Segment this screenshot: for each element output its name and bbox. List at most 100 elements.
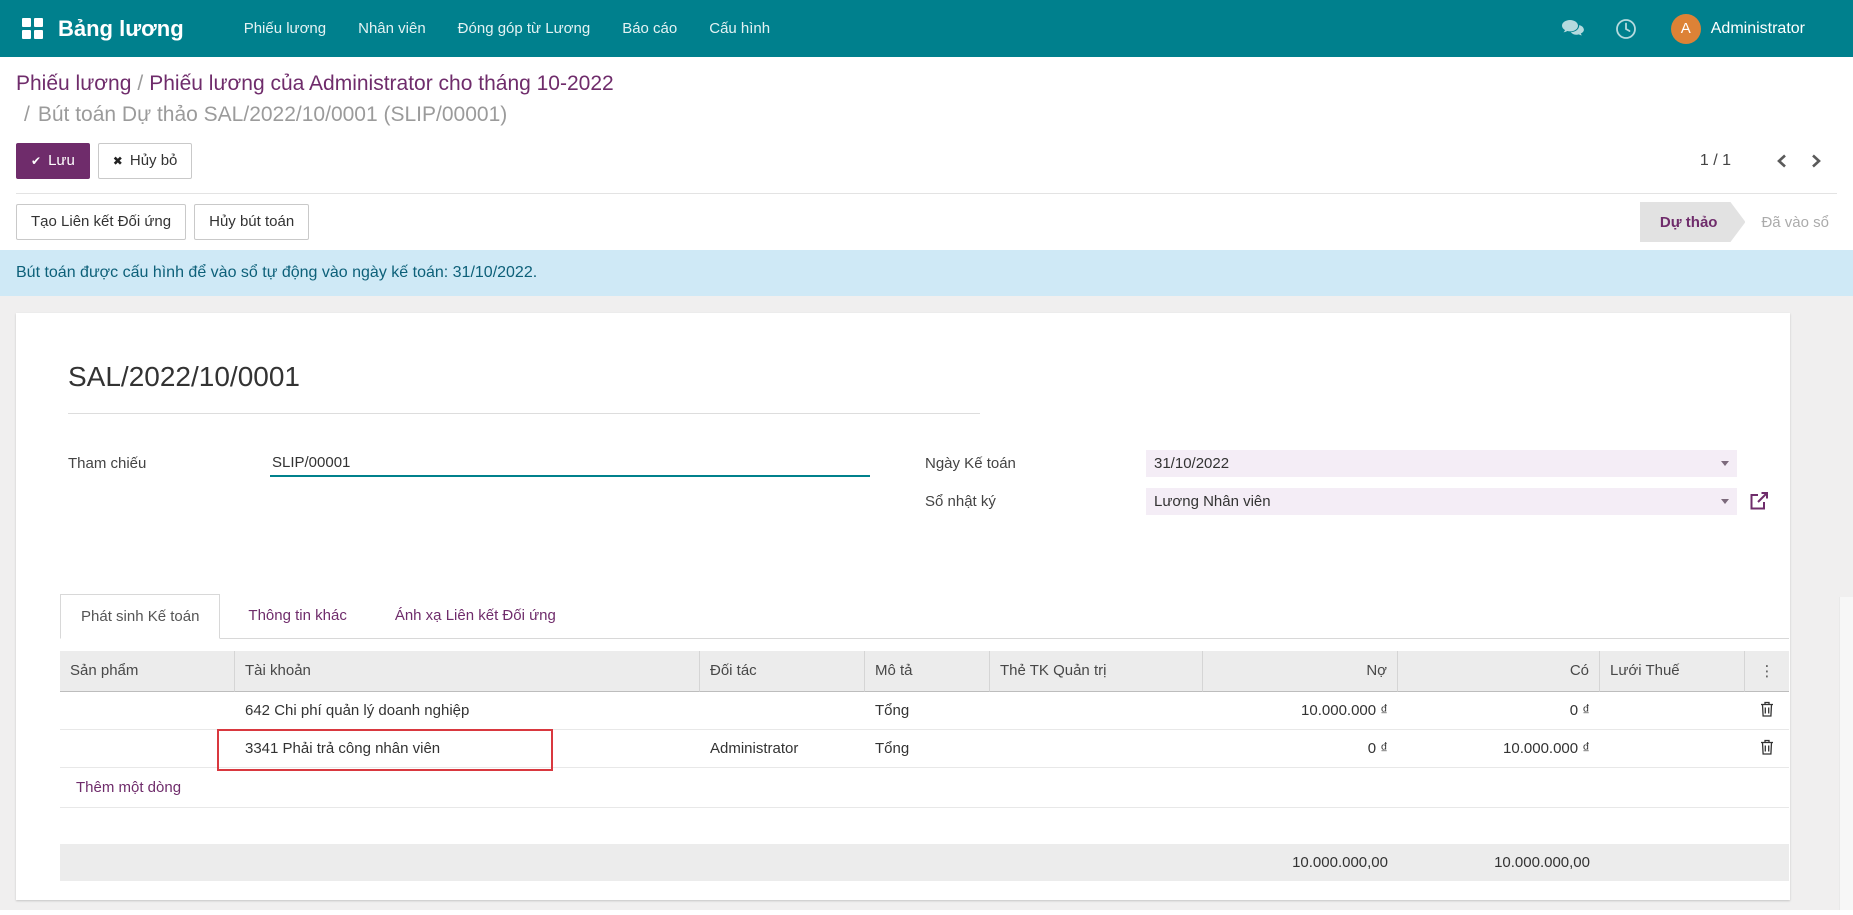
top-navbar: Bảng lương Phiếu lương Nhân viên Đóng gó…	[0, 0, 1853, 57]
accounting-date-label: Ngày Kế toán	[925, 455, 1146, 472]
pager-value: 1 / 1	[1700, 152, 1731, 170]
breadcrumb-separator: /	[131, 72, 149, 95]
cell-debit[interactable]: 10.000.000 ₫	[1203, 692, 1398, 730]
external-link-icon[interactable]	[1749, 491, 1769, 511]
cancel-entry-button[interactable]: Hủy bút toán	[194, 204, 309, 240]
notebook-tabs: Phát sinh Kế toán Thông tin khác Ánh xạ …	[60, 594, 1789, 639]
nav-item-cau-hinh[interactable]: Cấu hình	[693, 0, 786, 57]
journal-items-table: Sản phẩm Tài khoản Đối tác Mô tả Thẻ TK …	[60, 651, 1789, 881]
table-header-row: Sản phẩm Tài khoản Đối tác Mô tả Thẻ TK …	[60, 651, 1789, 692]
tab-journal-items[interactable]: Phát sinh Kế toán	[60, 594, 220, 639]
reference-label: Tham chiếu	[68, 455, 270, 472]
cell-account[interactable]: 642 Chi phí quản lý doanh nghiệp	[235, 692, 700, 730]
col-header-description[interactable]: Mô tả	[865, 651, 990, 692]
totals-row: 10.000.000,00 10.000.000,00	[60, 844, 1789, 881]
messages-icon[interactable]	[1561, 19, 1585, 39]
cell-product[interactable]	[60, 730, 235, 768]
journal-field-row: Sổ nhật ký Lương Nhân viên	[925, 486, 1789, 516]
activities-clock-icon[interactable]	[1615, 18, 1637, 40]
content-scrollbar[interactable]	[1839, 597, 1853, 910]
chevron-down-icon	[1721, 461, 1729, 466]
discard-button-label: Hủy bỏ	[130, 152, 178, 170]
col-header-tax-grid[interactable]: Lưới Thuế	[1600, 651, 1745, 692]
reference-field-row: Tham chiếu	[68, 448, 870, 478]
table-row[interactable]: 642 Chi phí quản lý doanh nghiệp Tổng 10…	[60, 692, 1789, 730]
cell-account-highlighted[interactable]: 3341 Phải trả công nhân viên	[235, 730, 700, 768]
cell-tax-grid[interactable]	[1600, 692, 1745, 730]
cell-tax-grid[interactable]	[1600, 730, 1745, 768]
accounting-date-value: 31/10/2022	[1154, 455, 1229, 472]
column-options-icon[interactable]: ⋮	[1745, 651, 1789, 692]
pager-previous-button[interactable]	[1775, 153, 1790, 169]
cell-analytic-tag[interactable]	[990, 730, 1203, 768]
entry-name-title[interactable]: SAL/2022/10/0001	[68, 359, 980, 414]
apps-menu-icon[interactable]	[22, 18, 44, 40]
journal-select[interactable]: Lương Nhân viên	[1146, 488, 1737, 515]
journal-label: Sổ nhật ký	[925, 493, 1146, 510]
close-icon: ✖	[113, 152, 123, 170]
table-row[interactable]: 3341 Phải trả công nhân viên Administrat…	[60, 730, 1789, 768]
chevron-down-icon	[1721, 499, 1729, 504]
cell-partner[interactable]	[700, 692, 865, 730]
tab-other-info[interactable]: Thông tin khác	[228, 594, 366, 638]
create-counterpart-label: Tạo Liên kết Đối ứng	[31, 213, 171, 231]
nav-item-nhan-vien[interactable]: Nhân viên	[342, 0, 442, 57]
auto-post-info-banner: Bút toán được cấu hình để vào sổ tự động…	[0, 250, 1853, 296]
breadcrumb: Phiếu lương/Phiếu lương của Administrato…	[16, 69, 1837, 99]
user-menu[interactable]: Administrator	[1711, 20, 1805, 38]
action-button-row: ✔ Lưu ✖ Hủy bỏ 1 / 1	[16, 143, 1837, 179]
cell-debit[interactable]: 0 ₫	[1203, 730, 1398, 768]
cell-partner[interactable]: Administrator	[700, 730, 865, 768]
accounting-date-select[interactable]: 31/10/2022	[1146, 450, 1737, 477]
pager-next-button[interactable]	[1808, 153, 1823, 169]
journal-value: Lương Nhân viên	[1154, 493, 1271, 510]
delete-row-button[interactable]	[1745, 692, 1789, 730]
form-fields: Tham chiếu Ngày Kế toán 31/10/2022	[68, 448, 1789, 524]
add-line-link[interactable]: Thêm một dòng	[60, 768, 1789, 807]
cell-product[interactable]	[60, 692, 235, 730]
delete-row-button[interactable]	[1745, 730, 1789, 768]
statusbar: Tạo Liên kết Đối ứng Hủy bút toán Dự thả…	[0, 194, 1853, 250]
status-step-posted[interactable]: Đã vào sổ	[1745, 202, 1845, 242]
systray: A Administrator	[1531, 14, 1853, 44]
tab-counterpart-mapping[interactable]: Ánh xạ Liên kết Đối ứng	[375, 594, 576, 638]
control-panel: Phiếu lương/Phiếu lương của Administrato…	[0, 57, 1853, 194]
total-debit: 10.000.000,00	[1203, 844, 1398, 881]
breadcrumb-separator-2: /	[24, 103, 38, 126]
breadcrumb-link-phieu-luong[interactable]: Phiếu lương	[16, 72, 131, 95]
cell-description[interactable]: Tổng	[865, 730, 990, 768]
check-icon: ✔	[31, 152, 41, 170]
nav-item-dong-gop[interactable]: Đóng góp từ Lương	[442, 0, 607, 57]
save-button-label: Lưu	[48, 152, 75, 170]
breadcrumb-current-label: Bút toán Dự thảo SAL/2022/10/0001 (SLIP/…	[38, 103, 507, 126]
cell-credit[interactable]: 10.000.000 ₫	[1398, 730, 1600, 768]
col-header-partner[interactable]: Đối tác	[700, 651, 865, 692]
total-credit: 10.000.000,00	[1398, 844, 1600, 881]
cell-credit[interactable]: 0 ₫	[1398, 692, 1600, 730]
cell-description[interactable]: Tổng	[865, 692, 990, 730]
nav-item-phieu-luong[interactable]: Phiếu lương	[228, 0, 342, 57]
col-header-credit[interactable]: Có	[1398, 651, 1600, 692]
breadcrumb-link-payslip[interactable]: Phiếu lương của Administrator cho tháng …	[149, 72, 613, 95]
accounting-date-field-row: Ngày Kế toán 31/10/2022	[925, 448, 1789, 478]
app-name[interactable]: Bảng lương	[58, 16, 184, 42]
content-area: SAL/2022/10/0001 Tham chiếu Ngày Kế toán…	[0, 296, 1853, 910]
col-header-account[interactable]: Tài khoản	[235, 651, 700, 692]
create-counterpart-button[interactable]: Tạo Liên kết Đối ứng	[16, 204, 186, 240]
payroll-journal-entry-page: Bảng lương Phiếu lương Nhân viên Đóng gó…	[0, 0, 1853, 915]
cell-analytic-tag[interactable]	[990, 692, 1203, 730]
reference-input[interactable]	[270, 450, 870, 477]
nav-item-bao-cao[interactable]: Báo cáo	[606, 0, 693, 57]
col-header-analytic-tag[interactable]: Thẻ TK Quản trị	[990, 651, 1203, 692]
status-step-draft[interactable]: Dự thảo	[1640, 202, 1746, 242]
col-header-debit[interactable]: Nợ	[1203, 651, 1398, 692]
pager: 1 / 1	[1700, 152, 1823, 170]
status-widget: Dự thảo Đã vào sổ	[1640, 202, 1845, 242]
user-avatar[interactable]: A	[1671, 14, 1701, 44]
save-button[interactable]: ✔ Lưu	[16, 143, 90, 179]
discard-button[interactable]: ✖ Hủy bỏ	[98, 143, 193, 179]
form-sheet: SAL/2022/10/0001 Tham chiếu Ngày Kế toán…	[16, 313, 1790, 900]
col-header-product[interactable]: Sản phẩm	[60, 651, 235, 692]
cancel-entry-label: Hủy bút toán	[209, 213, 294, 231]
breadcrumb-current: /Bút toán Dự thảo SAL/2022/10/0001 (SLIP…	[16, 99, 1837, 131]
